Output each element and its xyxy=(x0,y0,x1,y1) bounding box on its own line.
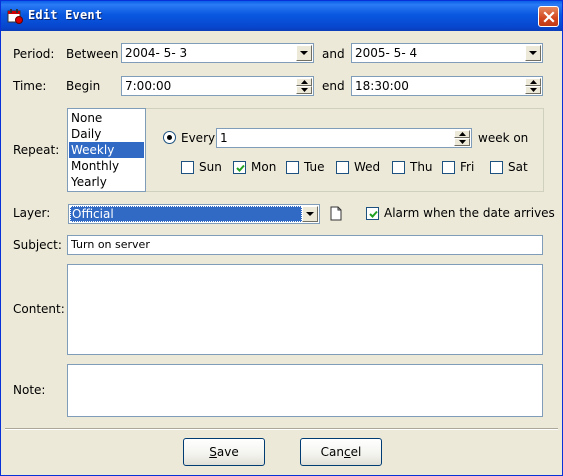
end-time-up-button[interactable] xyxy=(525,78,541,86)
day-label-mon: Mon xyxy=(251,160,277,174)
end-time-value: 18:30:00 xyxy=(355,79,409,93)
close-button[interactable] xyxy=(538,6,559,27)
start-date-picker[interactable]: 2004- 5- 3 xyxy=(121,43,314,63)
repeat-option-weekly[interactable]: Weekly xyxy=(69,142,144,158)
subject-value: Turn on server xyxy=(71,238,150,251)
every-radio[interactable] xyxy=(163,131,176,144)
arrow-up-icon xyxy=(530,80,537,84)
begin-time-up-button[interactable] xyxy=(296,78,312,86)
begin-label: Begin xyxy=(66,79,101,93)
calendar-app-icon xyxy=(7,8,23,24)
week-on-label: week on xyxy=(478,131,529,145)
every-interval-value: 1 xyxy=(220,131,228,145)
repeat-option-none[interactable]: None xyxy=(69,110,144,126)
subject-input[interactable]: Turn on server xyxy=(67,235,543,255)
repeat-label: Repeat: xyxy=(13,143,60,157)
end-label: end xyxy=(322,79,345,93)
checkmark-icon xyxy=(236,164,245,172)
close-icon xyxy=(543,11,555,23)
begin-time-down-button[interactable] xyxy=(296,86,312,94)
arrow-down-icon xyxy=(459,140,466,144)
day-label-sat: Sat xyxy=(508,160,528,174)
day-checkbox-fri[interactable] xyxy=(442,161,455,174)
end-time-spinner[interactable]: 18:30:00 xyxy=(351,76,543,96)
day-label-tue: Tue xyxy=(304,160,325,174)
note-label: Note: xyxy=(13,383,46,397)
cancel-button[interactable]: Cancel xyxy=(300,438,382,466)
layer-label: Layer: xyxy=(13,206,51,220)
cancel-accelerator: c xyxy=(344,445,351,459)
checkmark-icon xyxy=(369,210,378,218)
day-label-sun: Sun xyxy=(199,160,222,174)
layer-select[interactable]: Official xyxy=(68,204,320,224)
period-label: Period: xyxy=(13,47,55,61)
content-textarea[interactable] xyxy=(67,264,543,355)
arrow-up-icon xyxy=(459,132,466,136)
and-label: and xyxy=(322,47,345,61)
start-date-value: 2004- 5- 3 xyxy=(125,46,188,60)
end-date-value: 2005- 5- 4 xyxy=(355,46,418,60)
save-button[interactable]: Save xyxy=(183,438,265,466)
repeat-option-daily[interactable]: Daily xyxy=(69,126,144,142)
alarm-checkbox[interactable] xyxy=(366,207,379,220)
arrow-up-icon xyxy=(301,80,308,84)
title-bar[interactable]: Edit Event xyxy=(1,1,562,31)
save-accelerator: S xyxy=(209,445,217,459)
day-checkbox-wed[interactable] xyxy=(336,161,349,174)
day-label-fri: Fri xyxy=(460,160,475,174)
window-title: Edit Event xyxy=(28,8,103,22)
chevron-down-icon xyxy=(300,51,308,55)
new-layer-document-icon[interactable] xyxy=(330,206,342,221)
day-checkbox-thu[interactable] xyxy=(392,161,405,174)
every-interval-down-button[interactable] xyxy=(454,138,470,146)
layer-selected-value: Official xyxy=(70,206,302,222)
every-label: Every xyxy=(181,131,216,145)
note-textarea[interactable] xyxy=(67,364,543,417)
end-date-dropdown-button[interactable] xyxy=(525,45,541,61)
repeat-option-yearly[interactable]: Yearly xyxy=(69,174,144,190)
end-date-picker[interactable]: 2005- 5- 4 xyxy=(351,43,543,63)
day-label-thu: Thu xyxy=(410,160,433,174)
arrow-down-icon xyxy=(530,88,537,92)
day-checkbox-mon[interactable] xyxy=(233,161,246,174)
every-interval-spinner[interactable]: 1 xyxy=(216,128,472,148)
end-time-down-button[interactable] xyxy=(525,86,541,94)
day-checkbox-tue[interactable] xyxy=(286,161,299,174)
every-interval-up-button[interactable] xyxy=(454,130,470,138)
content-label: Content: xyxy=(13,302,65,316)
start-date-dropdown-button[interactable] xyxy=(296,45,312,61)
day-checkbox-sat[interactable] xyxy=(490,161,503,174)
day-checkbox-sun[interactable] xyxy=(181,161,194,174)
between-label: Between xyxy=(66,47,119,61)
day-label-wed: Wed xyxy=(354,160,381,174)
chevron-down-icon xyxy=(306,212,314,216)
subject-label: Subject: xyxy=(13,238,62,252)
time-label: Time: xyxy=(13,79,47,93)
chevron-down-icon xyxy=(529,51,537,55)
begin-time-value: 7:00:00 xyxy=(125,79,172,93)
begin-time-spinner[interactable]: 7:00:00 xyxy=(121,76,314,96)
repeat-type-list[interactable]: None Daily Weekly Monthly Yearly xyxy=(67,108,146,192)
arrow-down-icon xyxy=(301,88,308,92)
layer-dropdown-button[interactable] xyxy=(302,206,318,222)
alarm-label: Alarm when the date arrives xyxy=(384,206,555,220)
edit-event-dialog: Edit Event Period: Between 2004- 5- 3 an… xyxy=(0,0,563,476)
repeat-option-monthly[interactable]: Monthly xyxy=(69,158,144,174)
